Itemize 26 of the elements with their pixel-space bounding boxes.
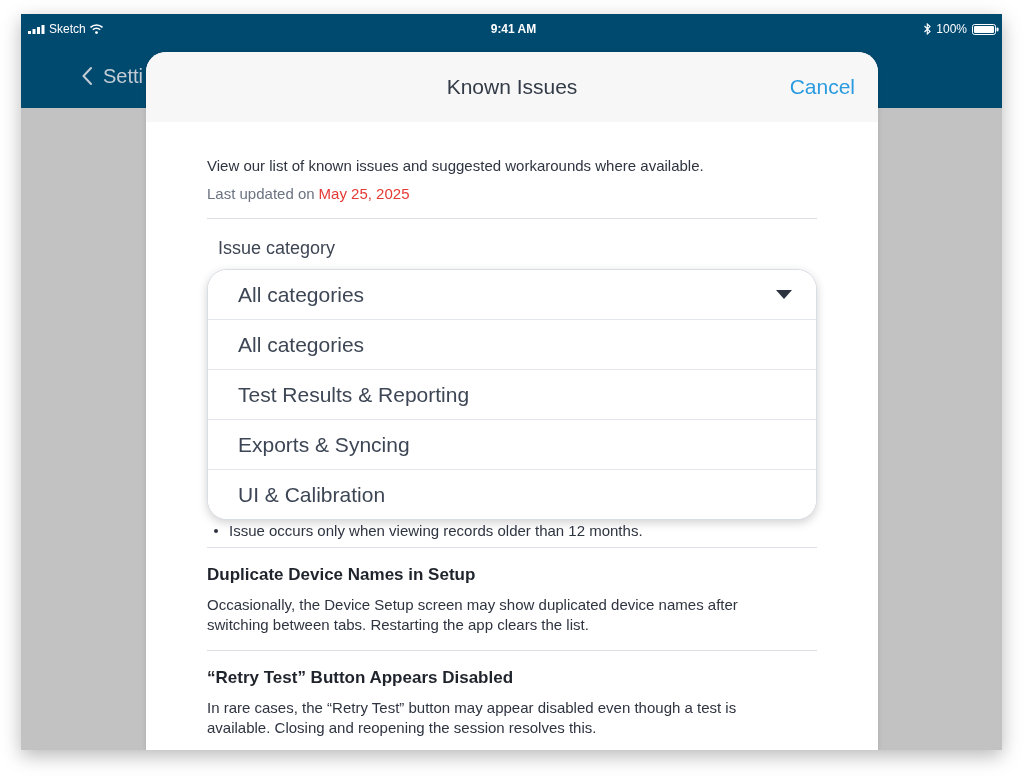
caret-icon: [776, 290, 792, 299]
intro-text: View our list of known issues and suggested workarounds where available.: [207, 156, 705, 176]
wifi-icon: [89, 24, 103, 34]
battery-percent: 100%: [936, 22, 967, 36]
issue-description: Occasionally, the Device Setup screen may show duplicated device names after switching between tabs. Restarting the app clears the list.: [207, 595, 739, 635]
back-chevron-icon[interactable]: [82, 67, 92, 85]
dropdown-option[interactable]: UI & Calibration: [208, 469, 816, 519]
signal-icon: [28, 24, 45, 34]
status-time: 9:41 AM: [490, 22, 537, 36]
category-select[interactable]: All categories: [208, 270, 816, 319]
issue-title: “Retry Test” Button Appears Disabled: [207, 667, 515, 689]
issue-description: In rare cases, the “Retry Test” button may appear disabled even though a test is available. Closing and reopening the session resolves this.: [207, 698, 738, 738]
updated-label: Last updated on: [207, 184, 315, 204]
carrier-name: Sketch: [49, 22, 86, 36]
back-label[interactable]: Setti: [103, 64, 144, 88]
modal-title: Known Issues: [446, 75, 578, 99]
dropdown-option[interactable]: All categories: [208, 319, 816, 369]
battery-icon: [972, 23, 999, 35]
issue-bullet-text: Issue occurs only when viewing records older than 12 months.: [229, 521, 643, 541]
dropdown-option[interactable]: Test Results & Reporting: [208, 369, 816, 419]
bullet-icon: [214, 529, 218, 533]
dropdown-option[interactable]: Exports & Syncing: [208, 419, 816, 469]
issue-title: Duplicate Device Names in Setup: [207, 564, 477, 586]
updated-date: May 25, 2025: [318, 184, 410, 204]
filter-label: Issue category: [217, 237, 337, 260]
bluetooth-icon: [924, 23, 932, 35]
